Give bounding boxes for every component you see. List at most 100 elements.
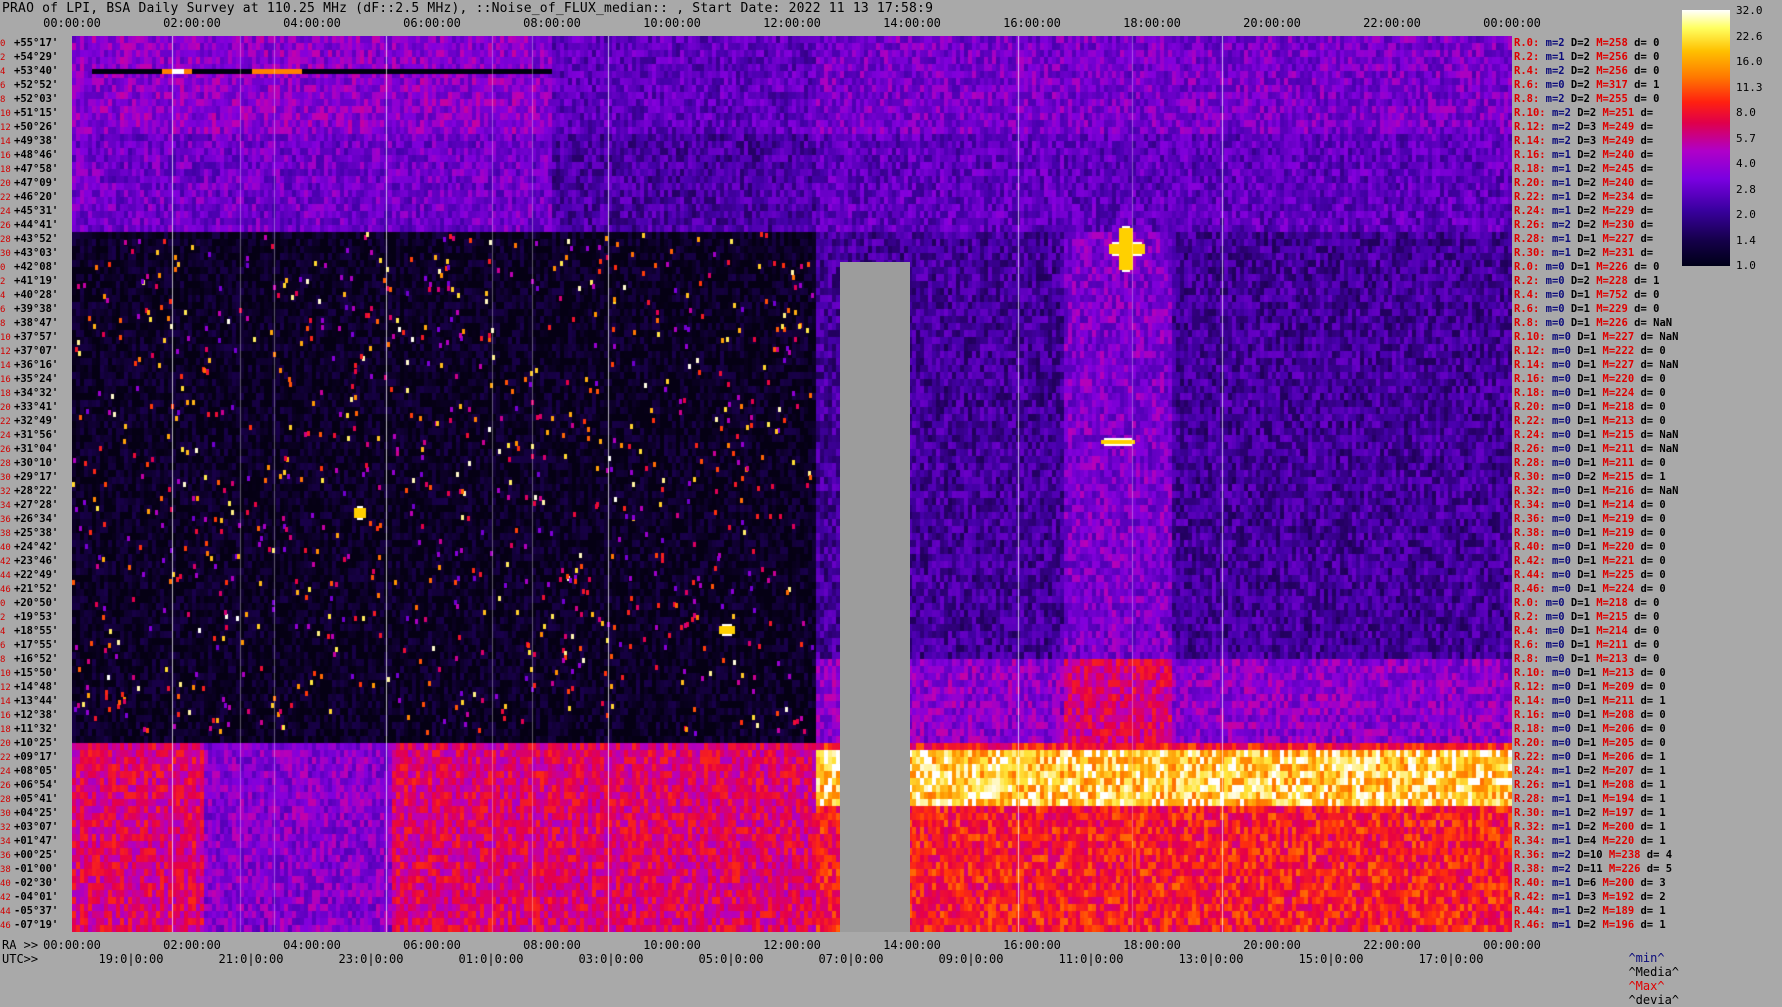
dec-row: 28 +43°52'	[0, 232, 58, 246]
dec-value: +03°07'	[14, 821, 59, 833]
stat-ray: R.38:	[1514, 863, 1546, 875]
stat-max: M=215	[1596, 611, 1628, 623]
stat-row: R.32: m=0 D=1 M=216 d= NaN	[1514, 484, 1678, 498]
dec-row: 4 +53°40'	[0, 64, 58, 78]
utc-label: 19:0|0:00	[98, 952, 164, 966]
stat-median: D=1	[1577, 345, 1597, 357]
spectrogram-canvas[interactable]	[72, 36, 1512, 932]
stat-row: R.34: m=0 D=1 M=214 d= 0	[1514, 498, 1666, 512]
stat-max: M=258	[1596, 37, 1628, 49]
stat-row: R.26: m=0 D=1 M=211 d= NaN	[1514, 442, 1678, 456]
stat-min: m=0	[1545, 611, 1565, 623]
stat-ray: R.28:	[1514, 793, 1546, 805]
dec-index: 0	[0, 263, 6, 273]
stat-row: R.18: m=1 D=2 M=245 d=	[1514, 162, 1653, 176]
utc-label: 21:0|0:00	[218, 952, 284, 966]
dec-index: 22	[0, 417, 11, 427]
time-top-label: 02:00:00	[163, 16, 221, 30]
stat-min: m=1	[1551, 807, 1571, 819]
stat-median: D=1	[1577, 485, 1597, 497]
colorbar-tick-label: 1.4	[1736, 233, 1756, 247]
stat-row: R.14: m=2 D=3 M=249 d=	[1514, 134, 1653, 148]
stat-devia: d= 0	[1634, 37, 1660, 49]
stat-min: m=0	[1551, 443, 1571, 455]
dec-index: 2	[0, 53, 6, 63]
stat-min: m=0	[1551, 429, 1571, 441]
dec-value: +52°52'	[14, 79, 59, 91]
stat-median: D=2	[1570, 37, 1590, 49]
stat-ray: R.32:	[1514, 821, 1546, 833]
stat-row: R.24: m=1 D=2 M=229 d=	[1514, 204, 1653, 218]
stat-ray: R.24:	[1514, 205, 1546, 217]
stat-max: M=215	[1602, 429, 1635, 441]
stat-devia: d= 1	[1634, 79, 1660, 91]
stat-devia: d= NaN	[1640, 429, 1679, 441]
stat-ray: R.40:	[1514, 541, 1546, 553]
stat-ray: R.6:	[1514, 303, 1540, 315]
dec-row: 44 -05°37'	[0, 904, 58, 918]
stat-devia: d= 1	[1640, 807, 1666, 819]
stat-min: m=1	[1551, 205, 1571, 217]
stat-max: M=213	[1602, 667, 1635, 679]
stat-min: m=0	[1545, 289, 1565, 301]
stat-ray: R.44:	[1514, 569, 1546, 581]
dec-row: 8 +52°03'	[0, 92, 58, 106]
stat-devia: d= 0	[1640, 681, 1666, 693]
dec-index: 46	[0, 585, 11, 595]
dec-index: 0	[0, 599, 6, 609]
dec-index: 22	[0, 753, 11, 763]
dec-index: 24	[0, 431, 11, 441]
stat-min: m=1	[1551, 877, 1571, 889]
time-top-label: 00:00:00	[43, 16, 101, 30]
dec-index: 40	[0, 879, 11, 889]
stat-ray: R.22:	[1514, 415, 1546, 427]
stat-ray: R.18:	[1514, 163, 1546, 175]
dec-index: 10	[0, 109, 11, 119]
stat-ray: R.4:	[1514, 289, 1540, 301]
stat-row: R.16: m=0 D=1 M=220 d= 0	[1514, 372, 1666, 386]
stat-max: M=211	[1596, 639, 1628, 651]
dec-row: 12 +14°48'	[0, 680, 58, 694]
stat-devia: d=	[1640, 233, 1654, 245]
dec-value: -07°19'	[14, 919, 59, 931]
stat-max: M=213	[1596, 653, 1628, 665]
utc-axis-prefix: UTC>>	[2, 952, 39, 966]
stat-max: M=226	[1596, 261, 1628, 273]
ra-label: 06:00:00	[403, 938, 461, 952]
dec-value: +32°49'	[14, 415, 59, 427]
stat-ray: R.26:	[1514, 219, 1546, 231]
dec-row: 46 -07°19'	[0, 918, 58, 932]
stat-median: D=2	[1577, 107, 1597, 119]
stat-min: m=0	[1551, 387, 1571, 399]
stat-ray: R.34:	[1514, 835, 1546, 847]
stat-min: m=0	[1551, 345, 1571, 357]
dec-row: 26 +31°04'	[0, 442, 58, 456]
spectrogram-plot[interactable]	[72, 36, 1512, 932]
stat-row: R.24: m=1 D=2 M=207 d= 1	[1514, 764, 1666, 778]
dec-index: 8	[0, 95, 6, 105]
dec-value: +00°25'	[14, 849, 59, 861]
stat-max: M=234	[1602, 191, 1635, 203]
stat-ray: R.8:	[1514, 93, 1540, 105]
stat-max: M=227	[1602, 233, 1635, 245]
stat-row: R.22: m=0 D=1 M=213 d= 0	[1514, 414, 1666, 428]
stat-median: D=2	[1570, 275, 1590, 287]
stat-median: D=2	[1570, 51, 1590, 63]
stat-devia: d= 0	[1640, 667, 1666, 679]
stat-row: R.2: m=1 D=2 M=256 d= 0	[1514, 50, 1659, 64]
stat-row: R.6: m=0 D=1 M=211 d= 0	[1514, 638, 1659, 652]
colorbar-tick-label: 16.0	[1736, 55, 1763, 68]
dec-row: 2 +54°29'	[0, 50, 58, 64]
colorbar-tick-label: 22.6	[1736, 29, 1763, 43]
dec-row: 20 +10°25'	[0, 736, 58, 750]
stat-ray: R.18:	[1514, 723, 1546, 735]
dec-row: 30 +04°25'	[0, 806, 58, 820]
dec-index: 20	[0, 403, 11, 413]
stats-panel: R.0: m=2 D=2 M=258 d= 0 R.2: m=1 D=2 M=25…	[1514, 36, 1694, 932]
dec-index: 10	[0, 669, 11, 679]
stat-min: m=2	[1545, 65, 1565, 77]
stat-max: M=227	[1602, 359, 1635, 371]
dec-row: 24 +08°05'	[0, 764, 58, 778]
ra-label: 20:00:00	[1243, 938, 1301, 952]
stat-min: m=0	[1551, 373, 1571, 385]
